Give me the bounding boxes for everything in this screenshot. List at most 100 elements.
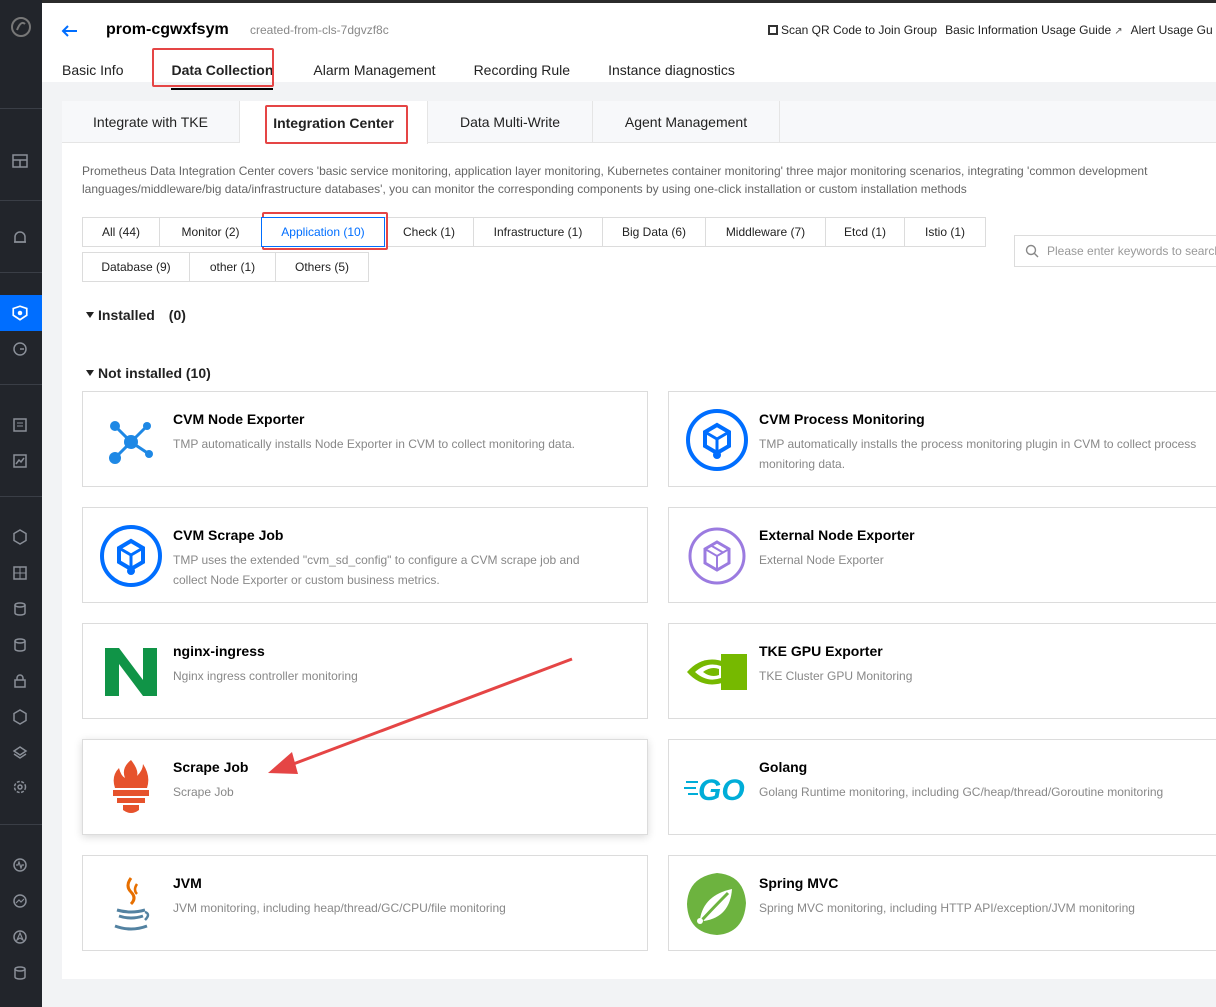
golang-logo-icon: GO <box>683 754 751 822</box>
card-title: CVM Node Exporter <box>173 411 305 427</box>
grafana-icon[interactable] <box>10 339 30 359</box>
search-icon <box>1025 244 1039 258</box>
instance-source: created-from-cls-7dgvzf8c <box>250 23 389 37</box>
card-title: TKE GPU Exporter <box>759 643 883 659</box>
alarm-bell-icon[interactable] <box>10 228 30 248</box>
database-icon[interactable] <box>10 599 30 619</box>
installed-section-toggle[interactable]: Installed (0) <box>86 307 186 323</box>
card-title: CVM Scrape Job <box>173 527 284 543</box>
card-description: TMP uses the extended "cvm_sd_config" to… <box>173 553 580 587</box>
highlight-box <box>265 105 408 144</box>
instance-name: prom-cgwxfsym <box>106 21 229 38</box>
filter-infrastructure[interactable]: Infrastructure (1) <box>473 217 603 247</box>
filter-monitor[interactable]: Monitor (2) <box>159 217 262 247</box>
card-description: JVM monitoring, including heap/thread/GC… <box>173 901 506 915</box>
card-spring-mvc[interactable]: Spring MVC Spring MVC monitoring, includ… <box>668 855 1216 951</box>
card-title: CVM Process Monitoring <box>759 411 925 427</box>
card-cvm-process-monitoring[interactable]: CVM Process Monitoring TMP automatically… <box>668 391 1216 487</box>
pulse-icon[interactable] <box>10 855 30 875</box>
filter-big-data[interactable]: Big Data (6) <box>602 217 706 247</box>
card-description: Scrape Job <box>173 785 234 799</box>
card-title: Scrape Job <box>173 759 249 775</box>
card-nginx-ingress[interactable]: nginx-ingress Nginx ingress controller m… <box>82 623 648 719</box>
card-external-node-exporter[interactable]: External Node Exporter External Node Exp… <box>668 507 1216 603</box>
sub-tabs: Integrate with TKE Integration Center Da… <box>62 101 1216 144</box>
qr-code-icon <box>768 25 778 35</box>
card-golang[interactable]: GO Golang Golang Runtime monitoring, inc… <box>668 739 1216 835</box>
left-nav-rail <box>0 0 42 1007</box>
card-description: External Node Exporter <box>759 553 884 567</box>
caret-down-icon <box>86 370 94 376</box>
grid-icon[interactable] <box>10 563 30 583</box>
java-cup-icon <box>97 870 165 938</box>
alert-guide-link[interactable]: Alert Usage Gu <box>1131 23 1213 37</box>
filter-other[interactable]: other (1) <box>189 252 276 282</box>
settings-icon[interactable] <box>10 777 30 797</box>
qr-group-link[interactable]: Scan QR Code to Join Group <box>768 23 937 37</box>
card-cvm-scrape-job[interactable]: CVM Scrape Job TMP uses the extended "cv… <box>82 507 648 603</box>
category-filters: All (44) Monitor (2) Application (10) Ch… <box>82 217 990 283</box>
card-description: Nginx ingress controller monitoring <box>173 669 358 683</box>
external-link-icon: ↗ <box>1114 26 1123 37</box>
cube-icon[interactable] <box>10 527 30 547</box>
search-input[interactable] <box>1047 244 1216 258</box>
lock-icon[interactable] <box>10 671 30 691</box>
tab-alarm-management[interactable]: Alarm Management <box>313 53 435 90</box>
filter-others[interactable]: Others (5) <box>275 252 369 282</box>
card-scrape-job[interactable]: Scrape Job Scrape Job <box>82 739 648 835</box>
database-icon[interactable] <box>10 635 30 655</box>
card-cvm-node-exporter[interactable]: CVM Node Exporter TMP automatically inst… <box>82 391 648 487</box>
card-description: Golang Runtime monitoring, including GC/… <box>759 785 1164 799</box>
integration-center-panel: Integrate with TKE Integration Center Da… <box>62 101 1216 979</box>
layers-icon[interactable] <box>10 743 30 763</box>
card-description: TMP automatically installs Node Exporter… <box>173 437 575 451</box>
card-title: External Node Exporter <box>759 527 915 543</box>
card-description: TMP automatically installs the process m… <box>759 437 1197 471</box>
subtab-data-multi-write[interactable]: Data Multi-Write <box>428 101 593 143</box>
back-arrow-icon[interactable] <box>60 21 80 41</box>
subtab-agent-management[interactable]: Agent Management <box>593 101 780 143</box>
filter-istio[interactable]: Istio (1) <box>904 217 986 247</box>
nvidia-logo-icon <box>683 638 751 706</box>
cube-icon[interactable] <box>10 707 30 727</box>
highlight-box <box>152 48 274 87</box>
search-box <box>1014 235 1216 267</box>
card-title: Spring MVC <box>759 875 839 891</box>
not-installed-section-toggle[interactable]: Not installed (10) <box>86 365 211 381</box>
spring-leaf-icon <box>683 870 751 938</box>
rocket-icon[interactable] <box>10 927 30 947</box>
report-icon[interactable] <box>10 415 30 435</box>
dashboard-icon[interactable] <box>10 151 30 171</box>
tab-basic-info[interactable]: Basic Info <box>62 53 123 90</box>
header-links: Scan QR Code to Join Group Basic Informa… <box>768 23 1213 37</box>
card-description: Spring MVC monitoring, including HTTP AP… <box>759 901 1135 915</box>
tab-recording-rule[interactable]: Recording Rule <box>474 53 571 90</box>
basic-guide-link[interactable]: Basic Information Usage Guide ↗ <box>945 23 1122 37</box>
tab-instance-diagnostics[interactable]: Instance diagnostics <box>608 53 735 90</box>
monitor-service-icon[interactable] <box>10 303 30 323</box>
filter-database[interactable]: Database (9) <box>82 252 190 282</box>
filter-check[interactable]: Check (1) <box>384 217 474 247</box>
card-title: JVM <box>173 875 202 891</box>
integration-description: Prometheus Data Integration Center cover… <box>82 164 1148 196</box>
cloud-logo-icon[interactable] <box>6 12 36 42</box>
node-network-icon <box>97 406 165 474</box>
external-box-icon <box>683 522 751 590</box>
golang-logo-text: GO <box>698 774 745 805</box>
chart-icon[interactable] <box>10 451 30 471</box>
card-jvm[interactable]: JVM JVM monitoring, including heap/threa… <box>82 855 648 951</box>
filter-all[interactable]: All (44) <box>82 217 160 247</box>
card-title: Golang <box>759 759 808 775</box>
filter-application[interactable]: Application (10) <box>261 217 385 247</box>
filter-middleware[interactable]: Middleware (7) <box>705 217 826 247</box>
caret-down-icon <box>86 312 94 318</box>
database-icon[interactable] <box>10 963 30 983</box>
trend-icon[interactable] <box>10 891 30 911</box>
subtab-integrate-tke[interactable]: Integrate with TKE <box>62 101 240 143</box>
prometheus-torch-icon <box>97 754 165 822</box>
card-title: nginx-ingress <box>173 643 265 659</box>
filter-etcd[interactable]: Etcd (1) <box>825 217 905 247</box>
cvm-cube-icon <box>97 522 165 590</box>
card-tke-gpu-exporter[interactable]: TKE GPU Exporter TKE Cluster GPU Monitor… <box>668 623 1216 719</box>
card-description: TKE Cluster GPU Monitoring <box>759 669 913 683</box>
